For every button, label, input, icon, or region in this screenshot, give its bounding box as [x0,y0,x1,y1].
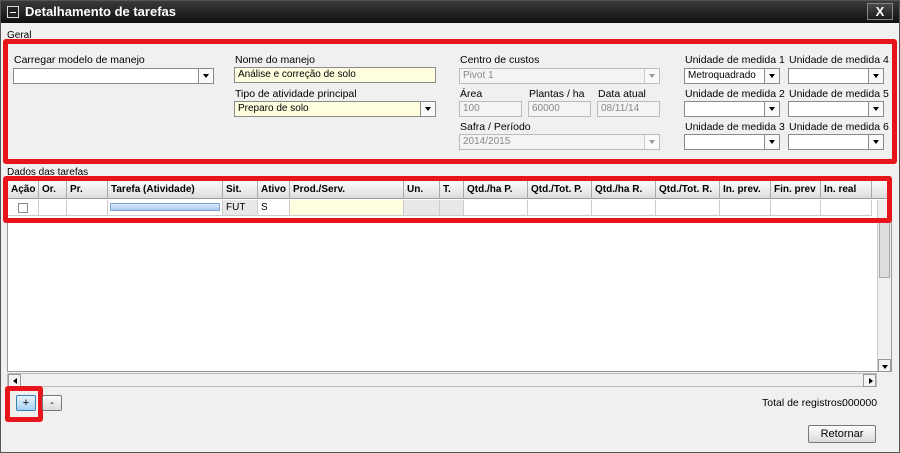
chevron-down-icon[interactable] [420,102,435,116]
unidade-6-label: Unidade de medida 6 [789,121,889,133]
unidade-6-select[interactable] [788,134,884,150]
arrow-left-icon [13,378,17,384]
close-button[interactable]: X [867,3,893,20]
unidade-3-select[interactable] [684,134,780,150]
remove-row-button[interactable]: - [42,395,62,411]
centro-custos-label: Centro de custos [460,54,540,66]
tipo-atividade-label: Tipo de atividade principal [235,88,357,100]
arrow-right-icon [869,378,873,384]
data-atual-label: Data atual [598,88,646,100]
area-input: 100 [459,101,522,117]
safra-select: 2014/2015 [459,134,660,150]
nome-manejo-label: Nome do manejo [235,54,315,66]
unidade-1-label: Unidade de medida 1 [685,54,785,66]
chevron-down-icon [644,69,659,83]
unidade-1-value: Metroquadrado [688,70,756,81]
add-row-button[interactable]: + [16,395,36,411]
centro-custos-value: Pivot 1 [463,70,494,81]
window-title: Detalhamento de tarefas [25,4,176,19]
safra-value: 2014/2015 [463,136,511,147]
unidade-3-label: Unidade de medida 3 [685,121,785,133]
carregar-modelo-label: Carregar modelo de manejo [14,54,145,66]
tipo-atividade-select[interactable]: Preparo de solo [234,101,436,117]
title-bar: Detalhamento de tarefas X [1,1,899,23]
vertical-scrollbar[interactable] [877,200,891,371]
unidade-2-label: Unidade de medida 2 [685,88,785,100]
plantas-ha-label: Plantas / ha [529,88,585,100]
horizontal-scrollbar[interactable] [7,373,877,387]
unidade-2-select[interactable] [684,101,780,117]
retornar-button[interactable]: Retornar [808,425,876,443]
chevron-down-icon[interactable] [868,135,883,149]
window-menu-icon[interactable] [7,6,19,18]
scroll-down-button[interactable] [878,359,891,371]
tipo-atividade-value: Preparo de solo [238,103,309,114]
unidade-4-select[interactable] [788,68,884,84]
unidade-5-select[interactable] [788,101,884,117]
plantas-ha-input: 60000 [528,101,591,117]
centro-custos-select: Pivot 1 [459,68,660,84]
area-label: Área [460,88,483,100]
total-registros-value: 000000 [842,397,878,409]
table-highlight [3,176,892,223]
data-atual-input: 08/11/14 [597,101,660,117]
unidade-5-label: Unidade de medida 5 [789,88,889,100]
scroll-right-button[interactable] [863,374,876,387]
chevron-down-icon[interactable] [764,102,779,116]
nome-manejo-input[interactable]: Análise e correção de solo [234,67,436,83]
chevron-down-icon [644,135,659,149]
unidade-1-select[interactable]: Metroquadrado [684,68,780,84]
chevron-down-icon[interactable] [198,69,213,83]
chevron-down-icon[interactable] [764,69,779,83]
total-registros-label: Total de registros: [762,397,845,409]
unidade-4-label: Unidade de medida 4 [789,54,889,66]
safra-label: Safra / Período [460,121,531,133]
arrow-down-icon [882,365,888,369]
vertical-scroll-thumb[interactable] [879,218,890,278]
carregar-modelo-select[interactable] [13,68,214,84]
chevron-down-icon[interactable] [764,135,779,149]
chevron-down-icon[interactable] [868,102,883,116]
task-detail-window: Detalhamento de tarefas X Geral Carregar… [0,0,900,453]
chevron-down-icon[interactable] [868,69,883,83]
